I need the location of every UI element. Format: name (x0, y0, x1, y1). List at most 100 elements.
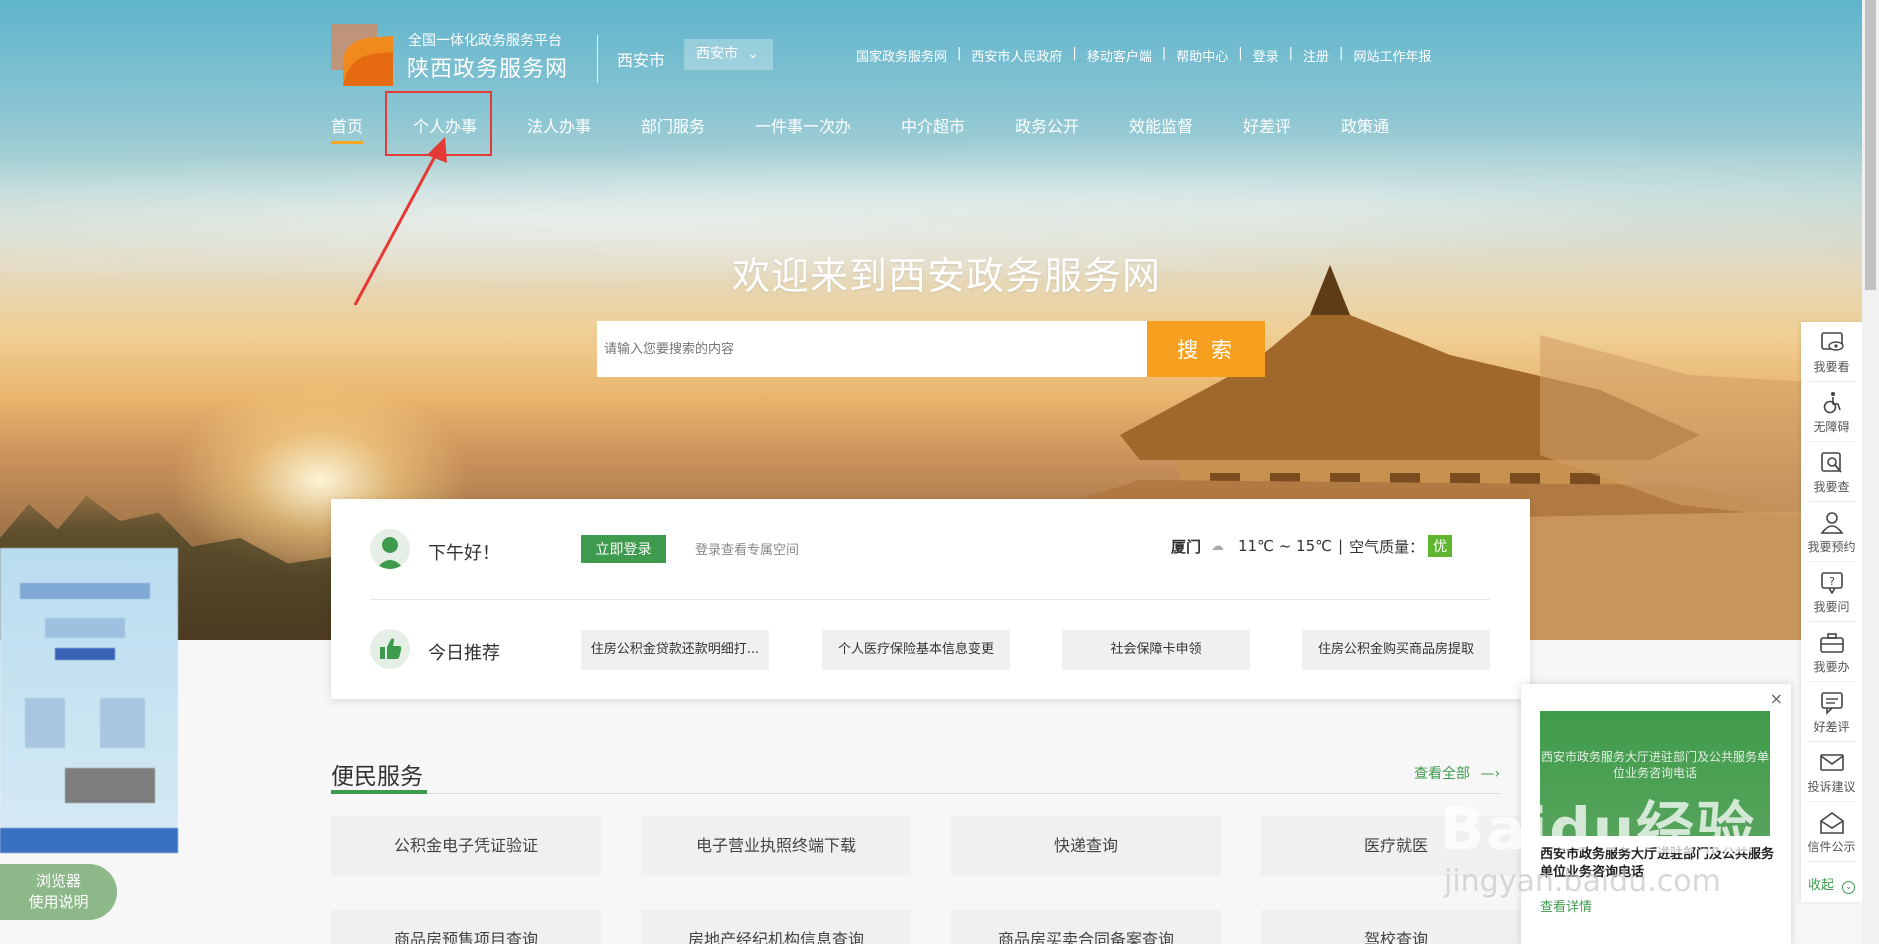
nav-item-corporate[interactable]: 法人办事 (527, 113, 591, 137)
scrollbar-thumb[interactable] (1865, 0, 1876, 290)
blurred-block (45, 618, 125, 638)
service-item[interactable]: 电子营业执照终端下载 (641, 816, 911, 876)
recommend-item[interactable]: 个人医疗保险基本信息变更 (822, 630, 1010, 670)
sidebar-item-label: 我要看 (1813, 360, 1850, 374)
blurred-block (65, 768, 155, 803)
city-select-value: 西安市 (696, 46, 738, 62)
blurred-block (0, 828, 178, 853)
sidebar-item-appointment[interactable]: 我要预约 (1801, 502, 1862, 562)
top-links: 国家政务服务网 | 西安市人民政府 | 移动客户端 | 帮助中心 | 登录 | … (856, 46, 1431, 65)
sidebar-item-view[interactable]: 我要看 (1801, 322, 1862, 382)
city-select[interactable]: 西安市 ⌄ (684, 39, 773, 70)
search-button[interactable]: 搜 索 (1147, 321, 1265, 377)
sidebar-item-label: 我要查 (1813, 480, 1850, 494)
blurred-block (25, 698, 65, 748)
collapse-button[interactable]: 收起 ⌄ (1808, 874, 1856, 894)
recommend-item[interactable]: 社会保障卡申领 (1062, 630, 1250, 670)
recommend-item[interactable]: 住房公积金购买商品房提取 (1302, 630, 1490, 670)
baidu-watermark: Baidu经验 (1440, 795, 1757, 863)
welcome-title: 欢迎来到西安政务服务网 (732, 254, 1162, 298)
login-tip[interactable]: 登录查看专属空间 (695, 539, 799, 558)
nav-item-gov-open[interactable]: 政务公开 (1015, 113, 1079, 137)
user-info-card: 下午好！ 立即登录 登录查看专属空间 厦门 ☁ 11℃ ~ 15℃ | 空气质量… (331, 499, 1530, 699)
nav-item-rating[interactable]: 好差评 (1243, 113, 1291, 137)
recommend-item[interactable]: 住房公积金贷款还款明细打... (581, 630, 769, 670)
service-item[interactable]: 房地产经纪机构信息查询 (641, 910, 911, 944)
page-scrollbar[interactable] (1862, 0, 1879, 944)
eye-icon (1820, 332, 1844, 351)
link-national-service[interactable]: 国家政务服务网 (856, 46, 947, 65)
link-separator: | (957, 46, 962, 61)
main-nav: 首页 个人办事 法人办事 部门服务 一件事一次办 中介超市 政务公开 效能监督 … (0, 113, 1879, 144)
nav-item-one-thing[interactable]: 一件事一次办 (755, 113, 851, 137)
section-divider (331, 793, 1500, 794)
service-item[interactable]: 公积金电子凭证验证 (331, 816, 601, 876)
weather-city: 厦门 (1171, 537, 1202, 556)
sidebar-item-label: 好差评 (1813, 720, 1850, 734)
nav-item-agency-market[interactable]: 中介超市 (901, 113, 965, 137)
service-item[interactable]: 商品房预售项目查询 (331, 910, 601, 944)
logo-subtitle: 全国一体化政务服务平台 (408, 33, 562, 49)
sidebar-item-complaint[interactable]: 投诉建议 (1801, 742, 1862, 802)
link-help-center[interactable]: 帮助中心 (1176, 46, 1228, 65)
link-mobile-client[interactable]: 移动客户端 (1087, 46, 1152, 65)
service-item[interactable]: 商品房买卖合同备案查询 (951, 910, 1221, 944)
annotation-arrow-icon (353, 137, 447, 306)
service-item[interactable]: 快递查询 (951, 816, 1221, 876)
collapse-label: 收起 (1808, 878, 1835, 893)
login-now-button[interactable]: 立即登录 (581, 535, 666, 563)
chevron-down-icon: ⌄ (747, 46, 759, 62)
sidebar-item-label: 我要办 (1813, 660, 1850, 674)
right-sidebar: 我要看 无障碍 我要查 我要预约 ? 我要问 我要办 好差评 投诉建议 信件公示 (1801, 322, 1862, 902)
svg-text:?: ? (1829, 575, 1835, 588)
close-icon[interactable]: × (1770, 689, 1783, 708)
nav-item-policy[interactable]: 政策通 (1341, 113, 1389, 137)
greeting-text: 下午好！ (428, 543, 500, 564)
nav-item-department[interactable]: 部门服务 (641, 113, 705, 137)
link-separator: | (1161, 46, 1167, 61)
sidebar-item-label: 我要问 (1813, 600, 1850, 614)
thumbs-up-icon (370, 629, 410, 669)
city-label: 西安市 (617, 51, 666, 70)
view-all-link[interactable]: 查看全部 —› (1414, 763, 1500, 783)
search-doc-icon (1820, 452, 1842, 473)
browser-help-line2: 使用说明 (28, 893, 89, 911)
left-float-banner[interactable] (0, 548, 178, 853)
cloud-icon: ☁ (1211, 538, 1225, 554)
sidebar-item-search[interactable]: 我要查 (1801, 442, 1862, 502)
sidebar-item-label: 我要预约 (1807, 540, 1856, 554)
link-login[interactable]: 登录 (1253, 46, 1279, 65)
nav-item-home[interactable]: 首页 (331, 113, 364, 144)
sidebar-item-ask[interactable]: ? 我要问 (1801, 562, 1862, 622)
section-title-services: 便民服务 (331, 764, 423, 790)
comment-icon (1820, 692, 1843, 715)
logo-icon[interactable] (331, 24, 393, 86)
link-annual-report[interactable]: 网站工作年报 (1353, 46, 1431, 65)
envelope-open-icon (1819, 812, 1844, 834)
sidebar-item-letters[interactable]: 信件公示 (1801, 802, 1862, 862)
blurred-block (100, 698, 145, 748)
recommend-title: 今日推荐 (428, 643, 500, 664)
sidebar-item-handle[interactable]: 我要办 (1801, 622, 1862, 682)
weather-temp: 11℃ ~ 15℃ (1238, 537, 1332, 555)
browser-help-button[interactable]: 浏览器 使用说明 (0, 864, 117, 920)
watermark-url: jingyan.baidu.com (1444, 864, 1721, 899)
logo-title[interactable]: 陕西政务服务网 (407, 51, 568, 83)
header-divider (597, 35, 598, 83)
view-all-label: 查看全部 (1414, 766, 1470, 782)
service-item[interactable]: 驾校查询 (1261, 910, 1531, 944)
link-xian-gov[interactable]: 西安市人民政府 (971, 46, 1062, 65)
briefcase-icon (1819, 633, 1844, 653)
chevron-down-icon: ⌄ (1842, 881, 1856, 894)
link-separator: | (1339, 46, 1344, 61)
question-icon: ? (1820, 572, 1843, 595)
link-separator: | (1288, 46, 1294, 61)
mail-icon (1819, 754, 1844, 771)
nav-item-efficiency[interactable]: 效能监督 (1129, 113, 1193, 137)
sidebar-item-accessibility[interactable]: 无障碍 (1801, 382, 1862, 442)
link-register[interactable]: 注册 (1303, 46, 1329, 65)
search-input[interactable] (597, 321, 1147, 377)
sidebar-item-rating[interactable]: 好差评 (1801, 682, 1862, 742)
link-separator: | (1072, 46, 1077, 61)
sidebar-item-label: 投诉建议 (1807, 780, 1856, 794)
